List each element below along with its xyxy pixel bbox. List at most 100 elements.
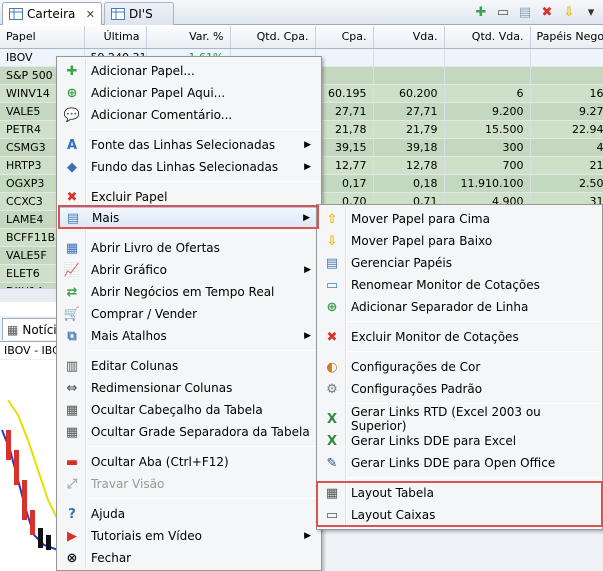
menu-item-comment[interactable]: 💬 Adicionar Comentário... <box>59 104 319 126</box>
shortcuts-icon: ⧉ <box>67 328 77 344</box>
menu-item-label: Gerar Links DDE para Open Office <box>351 456 556 470</box>
menu-item-book[interactable]: ▦ Abrir Livro de Ofertas <box>59 237 319 259</box>
submenu-arrow-icon: ▶ <box>304 140 311 150</box>
menu-item-label: Adicionar Papel Aqui... <box>91 86 226 100</box>
menu-item-delete[interactable]: ✖ Excluir Monitor de Cotações <box>319 326 600 348</box>
menu-item-edit-columns[interactable]: ▥ Editar Colunas <box>59 355 319 377</box>
menu-item-label: Gerar Links RTD (Excel 2003 ou Superior) <box>351 405 541 433</box>
menu-item-label: Redimensionar Colunas <box>91 381 233 395</box>
column-header[interactable]: Var. % <box>146 26 231 49</box>
table-icon <box>111 8 125 20</box>
menu-item-shortcuts[interactable]: ⧉ Mais Atalhos ▶ <box>59 325 319 347</box>
table-cell <box>373 48 445 67</box>
move-down-icon[interactable]: ⇩ <box>561 3 577 21</box>
excel-icon: X <box>326 411 338 427</box>
close-icon: ⊗ <box>66 550 78 566</box>
menu-item-label: Mover Papel para Baixo <box>351 234 493 248</box>
tab-dis[interactable]: DI'S <box>104 2 174 25</box>
menu-item-move-up[interactable]: ⇧ Mover Papel para Cima <box>319 208 600 230</box>
menu-item-label: Editar Colunas <box>91 359 179 373</box>
table-cell <box>444 48 531 67</box>
table-header: Papel Última Var. % Qtd. Cpa. Cpa. Vda. Qtd. V… <box>0 26 603 49</box>
menu-item-label: Excluir Papel <box>91 190 168 204</box>
column-header[interactable]: Vda. <box>373 26 445 49</box>
column-header[interactable]: Última <box>84 26 147 49</box>
menu-item-trades[interactable]: ⇄ Abrir Negócios em Tempo Real <box>59 281 319 303</box>
menu-icon[interactable]: ▾ <box>583 3 599 21</box>
table-cell: 12,78 <box>373 156 445 175</box>
delete-icon[interactable]: ✖ <box>539 3 555 21</box>
column-header[interactable]: Qtd. Cpa. <box>230 26 316 49</box>
menu-item-excel[interactable]: X Gerar Links RTD (Excel 2003 ou Superior… <box>319 405 600 433</box>
add-here-icon[interactable]: ▭ <box>495 3 511 21</box>
menu-item-openoffice[interactable]: ✎ Gerar Links DDE para Open Office <box>319 452 600 474</box>
menu-item-table-grid[interactable]: ▦ Ocultar Grade Separadora da Tabela <box>59 421 319 443</box>
column-header[interactable]: Cpa. <box>315 26 374 49</box>
table-cell <box>315 66 374 85</box>
menu-item-palette[interactable]: ◐ Configurações de Cor <box>319 356 600 378</box>
menu-separator <box>87 129 319 130</box>
column-header[interactable]: Papel <box>0 26 85 49</box>
openoffice-icon: ✎ <box>326 455 338 471</box>
menu-separator <box>347 403 600 404</box>
menu-item-separator[interactable]: ⊕ Adicionar Separador de Linha <box>319 296 600 318</box>
mini-chart[interactable] <box>0 360 60 571</box>
menu-item-close[interactable]: ⊗ Fechar <box>59 547 319 569</box>
comment-icon[interactable]: ▤ <box>517 3 533 21</box>
table-cell <box>530 66 603 85</box>
tab-carteira[interactable]: Carteira ✕ <box>2 2 102 25</box>
table-cell: 16 <box>530 84 603 103</box>
menu-item-excel[interactable]: X Gerar Links DDE para Excel <box>319 430 600 452</box>
menu-item-rename[interactable]: ▭ Renomear Monitor de Cotações <box>319 274 600 296</box>
menu-item-add-here[interactable]: ⊕ Adicionar Papel Aqui... <box>59 82 319 104</box>
menu-separator <box>87 231 319 232</box>
table-cell: 0,17 <box>315 174 374 193</box>
submenu-arrow-icon: ▶ <box>304 331 311 341</box>
column-header[interactable]: Qtd. Vda. <box>444 26 531 49</box>
table-cell <box>444 66 531 85</box>
menu-item-chart[interactable]: 📈 Abrir Gráfico ▶ <box>59 259 319 281</box>
tab-bar: Carteira ✕ DI'S ✚ ▭ ▤ ✖ ⇩ ▾ <box>0 0 603 25</box>
close-icon[interactable]: ✕ <box>86 8 95 21</box>
menu-item-label: Excluir Monitor de Cotações <box>351 330 519 344</box>
table-cell: 39,18 <box>373 138 445 157</box>
book-icon: ▦ <box>65 240 79 256</box>
table-cell: 11.910.100 <box>444 174 531 193</box>
menu-item-video[interactable]: ▶ Tutoriais em Vídeo ▶ <box>59 525 319 547</box>
tab-noticias[interactable]: ▦ Notíci <box>2 318 62 340</box>
palette-icon: ◐ <box>326 359 338 375</box>
add-icon: ✚ <box>66 63 78 79</box>
menu-item-resize-columns[interactable]: ⇔ Redimensionar Colunas <box>59 377 319 399</box>
table-cell: 22.94 <box>530 120 603 139</box>
menu-item-label: Fonte das Linhas Selecionadas <box>91 138 276 152</box>
menu-item-font[interactable]: A Fonte das Linhas Selecionadas ▶ <box>59 134 319 156</box>
table-grid-icon: ▦ <box>65 424 79 440</box>
menu-item-label: Abrir Gráfico <box>91 263 167 277</box>
menu-separator <box>347 477 600 478</box>
column-header[interactable]: Papéis Negoc <box>530 26 603 49</box>
highlight-mais <box>58 205 319 229</box>
menu-item-manage[interactable]: ▤ Gerenciar Papéis <box>319 252 600 274</box>
table-cell: 60.195 <box>315 84 374 103</box>
add-icon[interactable]: ✚ <box>473 3 489 21</box>
menu-item-table-header[interactable]: ▦ Ocultar Cabeçalho da Tabela <box>59 399 319 421</box>
menu-item-label: Gerar Links DDE para Excel <box>351 434 517 448</box>
menu-item-label: Configurações de Cor <box>351 360 481 374</box>
menu-item-add[interactable]: ✚ Adicionar Papel... <box>59 60 319 82</box>
menu-item-help[interactable]: ? Ajuda <box>59 503 319 525</box>
menu-item-fill[interactable]: ◆ Fundo das Linhas Selecionadas ▶ <box>59 156 319 178</box>
menu-separator <box>87 350 319 351</box>
menu-item-cart[interactable]: 🛒 Comprar / Vender <box>59 303 319 325</box>
table-cell: 27,71 <box>373 102 445 121</box>
menu-item-hide-tab[interactable]: ▬ Ocultar Aba (Ctrl+F12) <box>59 451 319 473</box>
menu-item-gear[interactable]: ⚙ Configurações Padrão <box>319 378 600 400</box>
menu-item-move-down[interactable]: ⇩ Mover Papel para Baixo <box>319 230 600 252</box>
table-cell <box>373 66 445 85</box>
menu-item-label: Configurações Padrão <box>351 382 483 396</box>
table-cell <box>315 48 374 67</box>
table-header-icon: ▦ <box>65 402 79 418</box>
menu-item-label: Abrir Negócios em Tempo Real <box>91 285 275 299</box>
menu-item-label: Renomear Monitor de Cotações <box>351 278 540 292</box>
chart-icon: 📈 <box>63 262 81 278</box>
menu-item-label: Comprar / Vender <box>91 307 198 321</box>
